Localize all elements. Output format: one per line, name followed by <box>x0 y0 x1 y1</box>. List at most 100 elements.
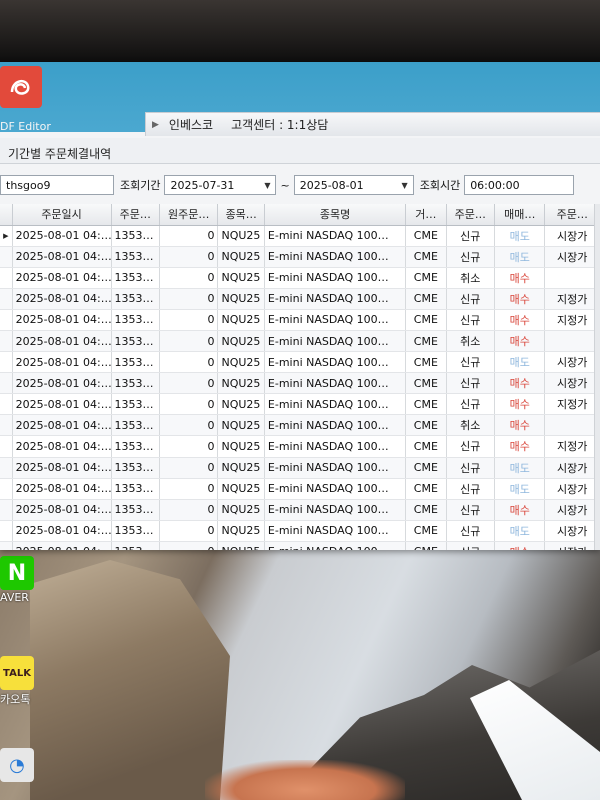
price-type-cell: 시장가 <box>544 457 600 479</box>
time-label: 조회시간 <box>419 179 461 192</box>
order-date-cell: 2025-08-01 04:… <box>12 225 112 247</box>
order-type-cell: 신규 <box>446 435 495 458</box>
row-indicator <box>0 372 13 395</box>
order-date-cell: 2025-08-01 04:… <box>12 435 112 458</box>
order-number-cell: 1353… <box>111 288 160 310</box>
exchange-cell: CME <box>405 393 447 416</box>
menu-item-customer-center[interactable]: 고객센터 : 1:1상담 <box>231 116 328 133</box>
price-type-cell: 시장가 <box>544 520 600 542</box>
side-cell: 매수 <box>494 541 546 550</box>
column-header[interactable]: 주문… <box>544 204 600 226</box>
table-row[interactable]: 2025-08-01 04:…1353…0NQU25E-mini NASDAQ … <box>0 499 600 521</box>
order-date-cell: 2025-08-01 04:… <box>12 372 112 395</box>
order-number-cell: 1353… <box>111 225 160 247</box>
column-header[interactable]: 종목… <box>217 204 265 226</box>
desktop-icon-label: AVER <box>0 591 29 604</box>
symbol-name-cell: E-mini NASDAQ 100… <box>264 246 407 268</box>
price-type-cell: 지정가 <box>544 435 600 458</box>
table-row[interactable]: 2025-08-01 04:…1353…0NQU25E-mini NASDAQ … <box>0 435 600 458</box>
column-header[interactable]: 종목명 <box>264 204 407 226</box>
column-header[interactable]: 주문… <box>446 204 495 226</box>
original-order-cell: 0 <box>159 330 219 353</box>
symbol-code-cell: NQU25 <box>217 246 265 268</box>
menu-item-invesco[interactable]: 인베스코 <box>169 116 213 133</box>
order-number-cell: 1353… <box>111 351 160 374</box>
order-type-cell: 신규 <box>446 246 495 268</box>
pdf-editor-icon[interactable] <box>0 66 42 108</box>
table-row[interactable]: 2025-08-01 04:…1353…0NQU25E-mini NASDAQ … <box>0 478 600 500</box>
symbol-name-cell: E-mini NASDAQ 100… <box>264 288 407 310</box>
exchange-cell: CME <box>405 267 447 289</box>
column-header[interactable]: 매매… <box>494 204 546 226</box>
side-cell: 매도 <box>494 246 546 268</box>
row-indicator <box>0 246 13 268</box>
column-header[interactable]: 거… <box>405 204 447 226</box>
table-row[interactable]: 2025-08-01 04:…1353…0NQU25E-mini NASDAQ … <box>0 520 600 542</box>
order-type-cell: 신규 <box>446 457 495 479</box>
table-row[interactable]: 2025-08-01 04:…1353…0NQU25E-mini NASDAQ … <box>0 372 600 395</box>
order-number-cell: 1353… <box>111 330 160 353</box>
symbol-name-cell: E-mini NASDAQ 100… <box>264 372 407 395</box>
order-date-cell: 2025-08-01 04:… <box>12 309 112 331</box>
table-row[interactable]: 2025-08-01 04:…1353…0NQU25E-mini NASDAQ … <box>0 309 600 331</box>
order-type-cell: 신규 <box>446 225 495 247</box>
account-input[interactable]: thsgoo9 <box>0 175 114 195</box>
order-type-cell: 신규 <box>446 372 495 395</box>
table-body: ▶ 2025-08-01 04:… 1353… 0 NQU25 E-mini NASDAQ… <box>0 225 600 550</box>
app-icon: ◔ <box>0 748 34 782</box>
exchange-cell: CME <box>405 309 447 331</box>
table-row[interactable]: 2025-08-01 04:…1353…0NQU25E-mini NASDAQ … <box>0 414 600 437</box>
monitor-bezel <box>0 0 600 62</box>
table-row[interactable]: 2025-08-01 04:…1353…0NQU25E-mini NASDAQ … <box>0 246 600 268</box>
order-number-cell: 1353… <box>111 478 160 500</box>
order-type-cell: 신규 <box>446 351 495 374</box>
symbol-code-cell: NQU25 <box>217 267 265 289</box>
symbol-name-cell: E-mini NASDAQ 100… <box>264 225 407 247</box>
table-row[interactable]: 2025-08-01 04:…1353…0NQU25E-mini NASDAQ … <box>0 267 600 289</box>
start-date-select[interactable]: 2025-07-31 ▼ <box>164 175 277 195</box>
side-cell: 매도 <box>494 457 546 479</box>
table-row[interactable]: 2025-08-01 04:…1353…0NQU25E-mini NASDAQ … <box>0 457 600 479</box>
desktop-icon-naver[interactable]: N AVER <box>0 556 36 604</box>
symbol-code-cell: NQU25 <box>217 541 265 550</box>
column-header[interactable]: 주문… <box>111 204 160 226</box>
chevron-down-icon: ▼ <box>401 180 408 190</box>
side-cell: 매수 <box>494 414 546 437</box>
side-cell: 매도 <box>494 225 546 247</box>
original-order-cell: 0 <box>159 457 219 479</box>
menu-strip: ▶ 인베스코 고객센터 : 1:1상담 <box>145 112 600 136</box>
exchange-cell: CME <box>405 225 447 247</box>
order-number-cell: 1353… <box>111 309 160 331</box>
price-type-cell <box>544 267 600 289</box>
table-row[interactable]: 2025-08-01 04:…1353…0NQU25E-mini NASDAQ … <box>0 330 600 353</box>
trading-app-window: DF Editor ▶ 인베스코 고객센터 : 1:1상담 기간별 주문체결내역… <box>0 62 600 550</box>
order-date-cell: 2025-08-01 04:… <box>12 267 112 289</box>
table-row[interactable]: 2025-08-01 04:…1353…0NQU25E-mini NASDAQ … <box>0 541 600 550</box>
symbol-name-cell: E-mini NASDAQ 100… <box>264 457 407 479</box>
symbol-code-cell: NQU25 <box>217 288 265 310</box>
column-header[interactable]: 원주문… <box>159 204 219 226</box>
end-date-value: 2025-08-01 <box>299 178 364 192</box>
time-input[interactable]: 06:00:00 <box>464 175 575 195</box>
order-number-cell: 1353… <box>111 372 160 395</box>
table-row[interactable]: 2025-08-01 04:…1353…0NQU25E-mini NASDAQ … <box>0 288 600 310</box>
order-type-cell: 취소 <box>446 414 495 437</box>
desktop-icon-kakaotalk[interactable]: TALK 카오톡 <box>0 656 36 707</box>
table-row[interactable]: 2025-08-01 04:…1353…0NQU25E-mini NASDAQ … <box>0 351 600 374</box>
original-order-cell: 0 <box>159 246 219 268</box>
original-order-cell: 0 <box>159 309 219 331</box>
vertical-scrollbar[interactable] <box>594 204 600 550</box>
table-row[interactable]: ▶ 2025-08-01 04:… 1353… 0 NQU25 E-mini NASDAQ… <box>0 225 600 247</box>
row-indicator <box>0 351 13 374</box>
table-row[interactable]: 2025-08-01 04:…1353…0NQU25E-mini NASDAQ … <box>0 393 600 416</box>
order-number-cell: 1353… <box>111 393 160 416</box>
order-type-cell: 취소 <box>446 330 495 353</box>
order-number-cell: 1353… <box>111 520 160 542</box>
order-number-cell: 1353… <box>111 267 160 289</box>
order-type-cell: 신규 <box>446 520 495 542</box>
end-date-select[interactable]: 2025-08-01 ▼ <box>293 175 414 195</box>
original-order-cell: 0 <box>159 267 219 289</box>
side-cell: 매도 <box>494 351 546 374</box>
column-header[interactable]: 주문일시 <box>12 204 112 226</box>
desktop-icon-app[interactable]: ◔ <box>0 748 36 782</box>
